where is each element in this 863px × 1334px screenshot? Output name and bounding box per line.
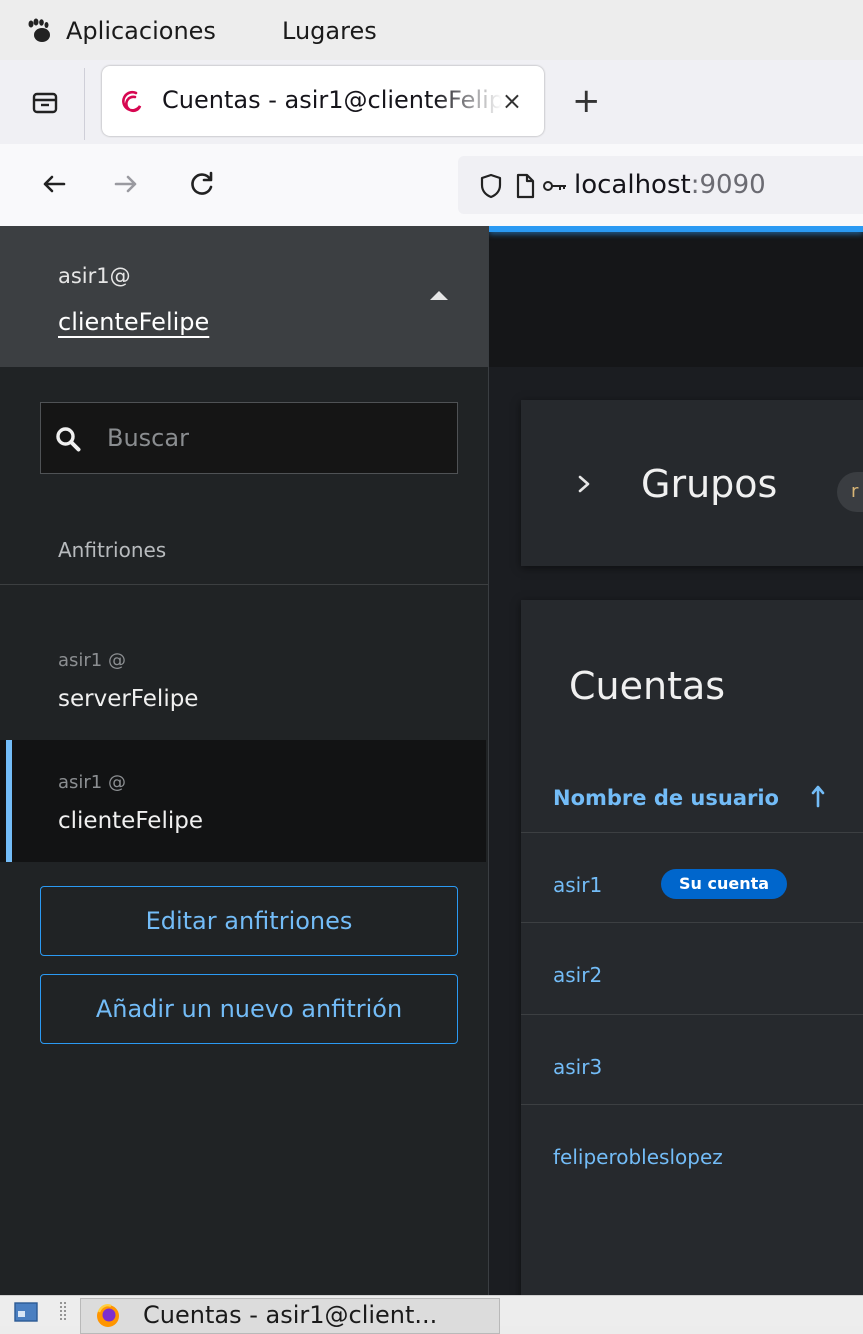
debian-swirl-icon — [122, 91, 142, 113]
section-divider — [0, 584, 488, 585]
url-text[interactable]: localhost:9090 — [574, 170, 766, 200]
search-icon — [56, 427, 81, 452]
table-row[interactable]: asir1 Su cuenta — [521, 832, 863, 923]
sort-ascending-icon[interactable] — [811, 784, 825, 808]
groups-badge: r — [837, 472, 863, 512]
tab-list-icon[interactable] — [30, 88, 60, 118]
forward-arrow-icon[interactable] — [110, 168, 142, 200]
accounts-card: Cuentas Nombre de usuario asir1 Su cuent… — [521, 600, 863, 1295]
shield-icon[interactable] — [478, 173, 504, 199]
table-row[interactable]: asir2 — [521, 922, 863, 1013]
current-host-label: clienteFelipe — [58, 308, 210, 336]
url-port: :9090 — [690, 170, 766, 200]
host-user: asir1 @ — [58, 772, 126, 793]
search-input[interactable] — [107, 421, 437, 455]
current-host-switcher[interactable]: asir1@ clienteFelipe — [0, 226, 488, 367]
edit-hosts-button[interactable]: Editar anfitriones — [40, 886, 458, 956]
host-name: clienteFelipe — [58, 808, 203, 834]
browser-tab-active[interactable]: Cuentas - asir1@clienteFelipe × — [102, 66, 544, 136]
system-top-bar: Aplicaciones Lugares — [0, 0, 863, 61]
groups-card: Grupos r — [521, 400, 863, 566]
host-item-serverfelipe[interactable]: asir1 @ serverFelipe — [0, 618, 486, 740]
tab-close-icon[interactable]: × — [502, 86, 522, 116]
tab-strip-divider — [84, 68, 85, 140]
loading-progress-bar — [489, 226, 863, 232]
applications-menu[interactable]: Aplicaciones — [66, 17, 216, 45]
host-name: serverFelipe — [58, 686, 199, 712]
your-account-badge: Su cuenta — [661, 869, 788, 899]
current-user-label: asir1@ — [58, 264, 131, 288]
tab-title: Cuentas - asir1@clienteFelipe — [162, 86, 502, 114]
places-menu[interactable]: Lugares — [282, 17, 377, 45]
add-host-button[interactable]: Añadir un nuevo anfitrión — [40, 974, 458, 1044]
username-column-header[interactable]: Nombre de usuario — [553, 786, 779, 810]
browser-tab-strip: Cuentas - asir1@clienteFelipe × + — [0, 60, 863, 144]
host-user: asir1 @ — [58, 650, 126, 671]
gnome-foot-icon[interactable] — [26, 18, 52, 44]
firefox-icon — [97, 1304, 119, 1327]
username-link[interactable]: asir3 — [553, 1055, 602, 1079]
hosts-section-label: Anfitriones — [58, 538, 167, 562]
username-link[interactable]: asir1 — [553, 873, 602, 897]
url-host: localhost — [574, 170, 691, 200]
grip-handle-icon[interactable] — [58, 1301, 68, 1321]
reload-icon[interactable] — [186, 168, 218, 200]
username-link[interactable]: feliperobleslopez — [553, 1145, 723, 1169]
taskbar-window-button[interactable]: Cuentas - asir1@client... — [80, 1298, 500, 1334]
key-icon[interactable] — [542, 173, 568, 199]
browser-nav-bar: localhost:9090 — [0, 144, 863, 227]
url-bar[interactable]: localhost:9090 — [458, 156, 863, 214]
page-info-icon[interactable] — [512, 173, 538, 199]
hosts-sidebar: asir1@ clienteFelipe Anfitriones asir1 @… — [0, 226, 489, 1295]
back-arrow-icon[interactable] — [38, 168, 70, 200]
main-content: Grupos r Cuentas Nombre de usuario asir1… — [489, 226, 863, 1295]
host-search-box[interactable] — [40, 402, 458, 474]
table-row[interactable]: feliperobleslopez — [521, 1104, 863, 1195]
show-desktop-icon[interactable] — [14, 1301, 38, 1323]
bottom-taskbar: Cuentas - asir1@client... — [0, 1295, 863, 1334]
groups-title[interactable]: Grupos — [641, 462, 777, 506]
new-tab-button[interactable]: + — [572, 81, 601, 121]
accounts-title: Cuentas — [569, 664, 726, 708]
caret-up-icon[interactable] — [428, 288, 450, 302]
username-link[interactable]: asir2 — [553, 963, 602, 987]
host-item-clientefelipe[interactable]: asir1 @ clienteFelipe — [0, 740, 486, 862]
masthead — [489, 226, 863, 367]
table-row[interactable]: asir3 — [521, 1014, 863, 1105]
chevron-right-icon[interactable] — [577, 474, 591, 494]
